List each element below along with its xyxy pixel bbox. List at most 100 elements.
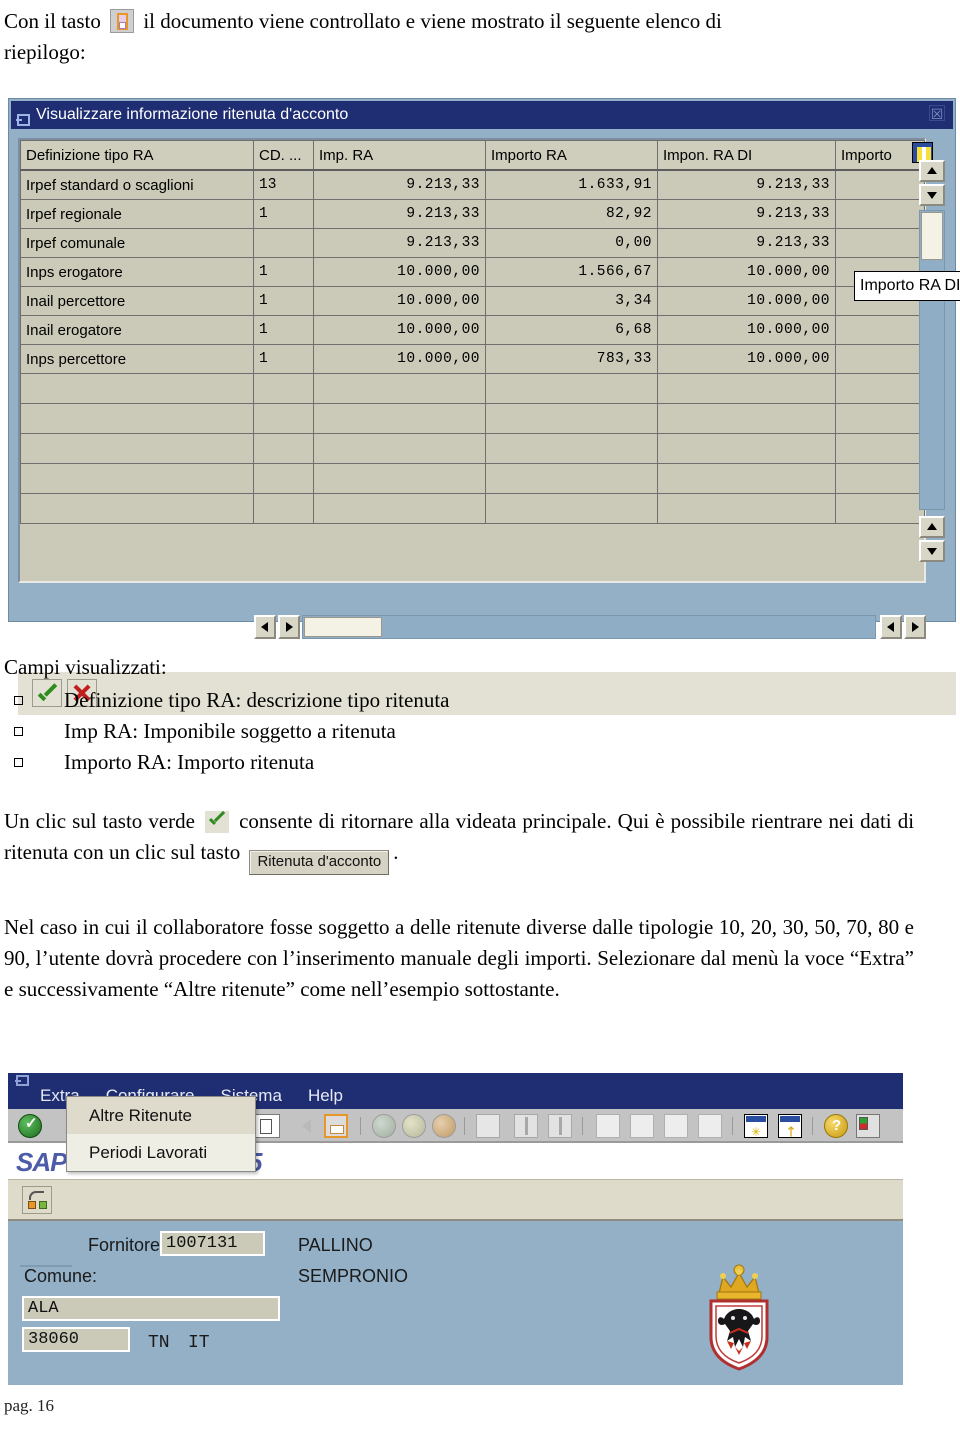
close-icon[interactable]: ☒ [929, 105, 945, 122]
bullet-box-icon [14, 727, 23, 736]
table-row-empty[interactable] [20, 433, 925, 464]
find-icon[interactable] [514, 1114, 538, 1138]
save-icon[interactable] [324, 1114, 348, 1138]
cell-imp-ra: 10.000,00 [313, 344, 486, 374]
para2-text-post: . [393, 840, 399, 864]
menu-item-altre-ritenute[interactable]: Altre Ritenute [67, 1097, 255, 1134]
page-number: pag. 16 [4, 1396, 55, 1415]
horizontal-scroll-track[interactable] [302, 615, 876, 639]
layout-menu-icon[interactable] [856, 1114, 880, 1138]
command-field-icon[interactable] [254, 1114, 280, 1138]
horizontal-scroll-thumb[interactable] [304, 617, 382, 637]
table-row[interactable]: Inps erogatore 1 10.000,00 1.566,67 10.0… [20, 257, 925, 287]
vertical-scroll-thumb[interactable] [921, 212, 943, 260]
cell-impon-ra-di: 10.000,00 [657, 286, 836, 316]
extra-dropdown-menu: Altre Ritenute Periodi Lavorati [66, 1096, 256, 1172]
table-row-empty[interactable] [20, 463, 925, 494]
table-row-empty[interactable] [20, 493, 925, 524]
new-session-icon[interactable]: ✳ [744, 1114, 768, 1139]
menu-item-help[interactable]: Help [308, 1086, 343, 1106]
list-item: Imp RA: Imponibile soggetto a ritenuta [4, 716, 914, 747]
table-row[interactable]: Inps percettore 1 10.000,00 783,33 10.00… [20, 344, 925, 374]
table-row-empty[interactable] [20, 403, 925, 434]
page-down-icon[interactable] [919, 540, 945, 562]
find-next-icon[interactable] [548, 1114, 572, 1138]
table-row-empty[interactable] [20, 373, 925, 404]
cell-definizione: Inail percettore [20, 286, 254, 316]
table-row[interactable]: Irpef standard o scaglioni 13 9.213,33 1… [20, 169, 925, 200]
col-definizione-tipo-ra[interactable]: Definizione tipo RA [20, 140, 254, 171]
cell-cd: 1 [253, 286, 314, 316]
bullet-box-icon [14, 696, 23, 705]
bullet-box-icon [14, 758, 23, 767]
cap-input[interactable]: 38060 [22, 1327, 130, 1352]
col-importo-ra[interactable]: Importo RA [485, 140, 658, 171]
back-arrow-icon[interactable] [294, 1114, 318, 1138]
cell-cd: 1 [253, 199, 314, 229]
page-up-icon[interactable] [919, 516, 945, 538]
previous-page-icon[interactable] [630, 1114, 654, 1138]
table-row[interactable]: Irpef comunale 9.213,33 0,00 9.213,33 [20, 228, 925, 258]
page-right-icon[interactable] [904, 615, 926, 639]
cell-impon-ra-di: 10.000,00 [657, 257, 836, 287]
vertical-scroll-track[interactable] [919, 210, 945, 510]
cell-importo-ra: 0,00 [485, 228, 658, 258]
col-impon-ra-di[interactable]: Impon. RA DI [657, 140, 836, 171]
scroll-down-icon[interactable] [919, 184, 945, 206]
cancel-icon[interactable] [432, 1114, 456, 1138]
create-shortcut-icon[interactable]: ↗ [778, 1114, 802, 1141]
ritenuta-dacconto-button[interactable]: Ritenuta d'acconto [249, 850, 390, 875]
cell-definizione: Irpef standard o scaglioni [20, 169, 254, 200]
first-page-icon[interactable] [596, 1114, 620, 1138]
cell-imp-ra: 9.213,33 [313, 169, 486, 200]
cell-imp-ra: 10.000,00 [313, 315, 486, 345]
scroll-left-icon[interactable] [254, 615, 276, 639]
table-row[interactable]: Irpef regionale 1 9.213,33 82,92 9.213,3… [20, 199, 925, 229]
cell-imp-ra: 9.213,33 [313, 228, 486, 258]
exit-icon[interactable] [402, 1114, 426, 1138]
table-row[interactable]: Inail percettore 1 10.000,00 3,34 10.000… [20, 286, 925, 316]
back-icon[interactable] [372, 1114, 396, 1138]
intro-text-pre: Con il tasto [4, 9, 101, 33]
scroll-up-icon[interactable] [919, 160, 945, 182]
cell-cd: 1 [253, 315, 314, 345]
list-item-label: Definizione tipo RA: descrizione tipo ri… [64, 688, 450, 712]
grid-horizontal-scrollbar[interactable] [254, 615, 926, 639]
trentino-crest-icon [709, 1264, 769, 1371]
help-icon[interactable] [824, 1114, 848, 1138]
col-imp-ra[interactable]: Imp. RA [313, 140, 486, 171]
table-row[interactable]: Inail erogatore 1 10.000,00 6,68 10.000,… [20, 315, 925, 345]
cell-impon-ra-di: 10.000,00 [657, 315, 836, 345]
scroll-right-icon[interactable] [278, 615, 300, 639]
dialog-title-bar: Visualizzare informazione ritenuta d'acc… [11, 101, 953, 129]
enter-icon[interactable] [18, 1114, 42, 1138]
comune-input[interactable]: ALA [22, 1296, 280, 1321]
relations-icon[interactable] [22, 1186, 52, 1214]
cell-importo-ra: 783,33 [485, 344, 658, 374]
cell-definizione: Inps percettore [20, 344, 254, 374]
next-page-icon[interactable] [664, 1114, 688, 1138]
cell-importo [835, 315, 925, 345]
cell-importo [835, 169, 925, 200]
grid-vertical-scrollbar[interactable] [919, 138, 945, 583]
fornitore-input[interactable]: 1007131 [160, 1231, 265, 1256]
print-icon[interactable] [476, 1114, 500, 1138]
list-item: Importo RA: Importo ritenuta [4, 747, 914, 778]
green-check-icon [205, 811, 230, 833]
cell-impon-ra-di: 9.213,33 [657, 169, 836, 200]
cell-imp-ra: 10.000,00 [313, 286, 486, 316]
page-left-icon[interactable] [880, 615, 902, 639]
cell-importo [835, 199, 925, 229]
col-cd[interactable]: CD. ... [253, 140, 314, 171]
cell-cd [253, 228, 314, 258]
save-icon [110, 9, 135, 33]
menu-item-periodi-lavorati[interactable]: Periodi Lavorati [67, 1134, 255, 1171]
provincia-value: TN [148, 1333, 170, 1353]
cell-importo [835, 228, 925, 258]
intro-paragraph: Con il tasto il documento viene controll… [4, 6, 914, 68]
cell-impon-ra-di: 10.000,00 [657, 344, 836, 374]
table-header-row: Definizione tipo RA CD. ... Imp. RA Impo… [20, 140, 925, 171]
cell-definizione: Inail erogatore [20, 315, 254, 345]
table-body: Irpef standard o scaglioni 13 9.213,33 1… [20, 169, 925, 524]
last-page-icon[interactable] [698, 1114, 722, 1138]
